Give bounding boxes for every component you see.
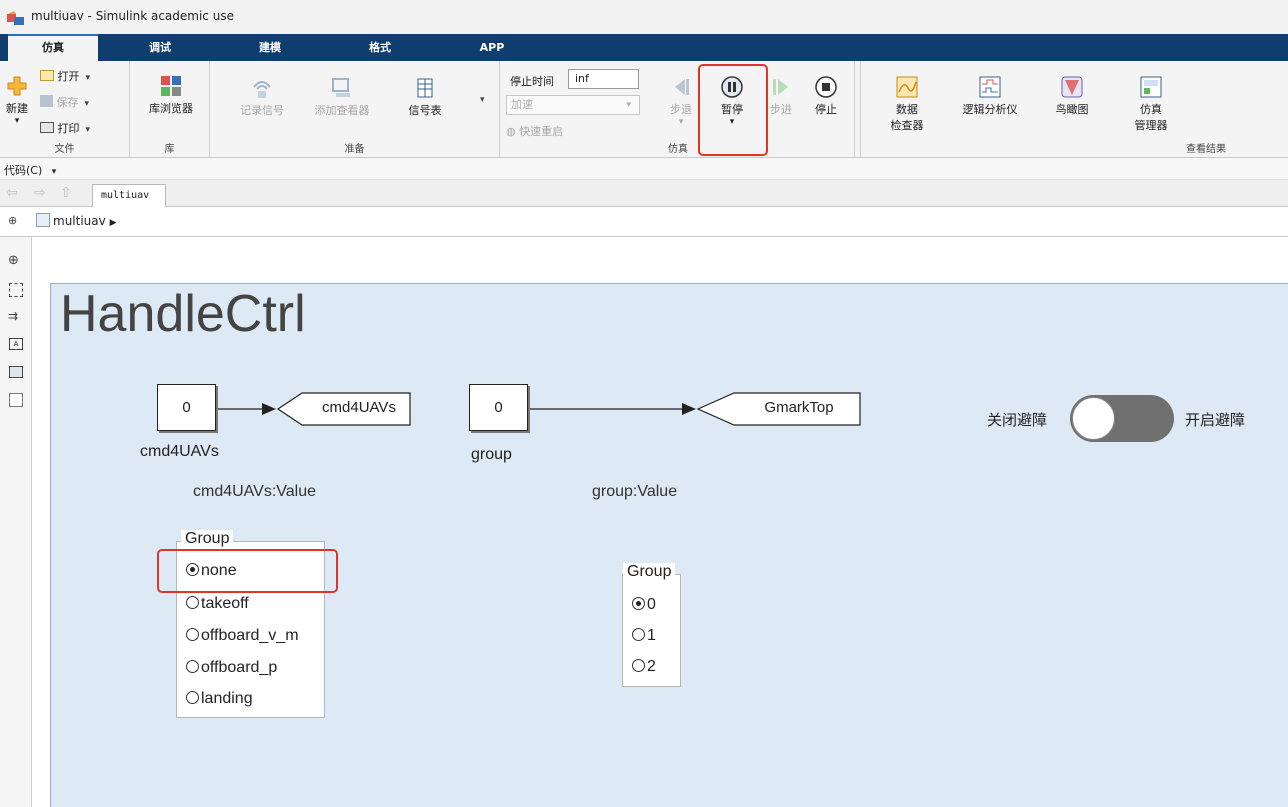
radio-option-offboard-v-m[interactable]: offboard_v_m	[186, 627, 299, 645]
arrowhead-2	[682, 403, 696, 415]
goto-cmd4uavs-label: cmd4UAVs	[322, 399, 396, 416]
radio-unselected-icon	[632, 659, 645, 672]
obstacle-avoid-off-label: 关闭避障	[987, 411, 1048, 429]
radio-option-label: 2	[647, 658, 656, 675]
radio-option-label: offboard_p	[201, 659, 278, 676]
radio-selected-icon	[632, 597, 645, 610]
radio-unselected-icon	[186, 660, 199, 673]
radio-option-1[interactable]: 1	[632, 627, 656, 645]
radio-unselected-icon	[186, 628, 199, 641]
obstacle-avoid-on-label: 开启避障	[1185, 411, 1246, 429]
radio-option-offboard-p[interactable]: offboard_p	[186, 659, 277, 677]
arrowhead-1	[262, 403, 276, 415]
constant-block-group-label: group	[471, 446, 512, 463]
constant-block-cmd4uavs-label: cmd4UAVs	[140, 443, 219, 460]
toggle-knob[interactable]	[1072, 397, 1115, 440]
radio-option-label: 1	[647, 627, 656, 644]
radio-option-takeoff[interactable]: takeoff	[186, 595, 249, 613]
group-radio-panel-2: Group 0 1 2	[622, 563, 681, 687]
goto-gmarktop-label: GmarkTop	[764, 399, 834, 416]
radio-option-label: landing	[201, 690, 253, 707]
constant-block-group[interactable]: 0	[469, 384, 528, 431]
constant-block-cmd4uavs[interactable]: 0	[157, 384, 216, 431]
group-radio-1-legend: Group	[181, 530, 234, 548]
radio-option-2[interactable]: 2	[632, 658, 656, 676]
none-option-highlight-box	[157, 549, 338, 593]
radio-unselected-icon	[186, 691, 199, 704]
radio-unselected-icon	[632, 628, 645, 641]
radio-unselected-icon	[186, 596, 199, 609]
radio-option-landing[interactable]: landing	[186, 690, 253, 708]
radio-option-label: 0	[647, 596, 656, 613]
radio-option-label: offboard_v_m	[201, 627, 299, 644]
radio-option-label: takeoff	[201, 595, 249, 612]
group-value-display: group:Value	[592, 483, 678, 500]
group-radio-2-legend: Group	[623, 563, 676, 581]
radio-option-0[interactable]: 0	[632, 596, 656, 614]
cmd4uavs-value-display: cmd4UAVs:Value	[193, 483, 317, 500]
